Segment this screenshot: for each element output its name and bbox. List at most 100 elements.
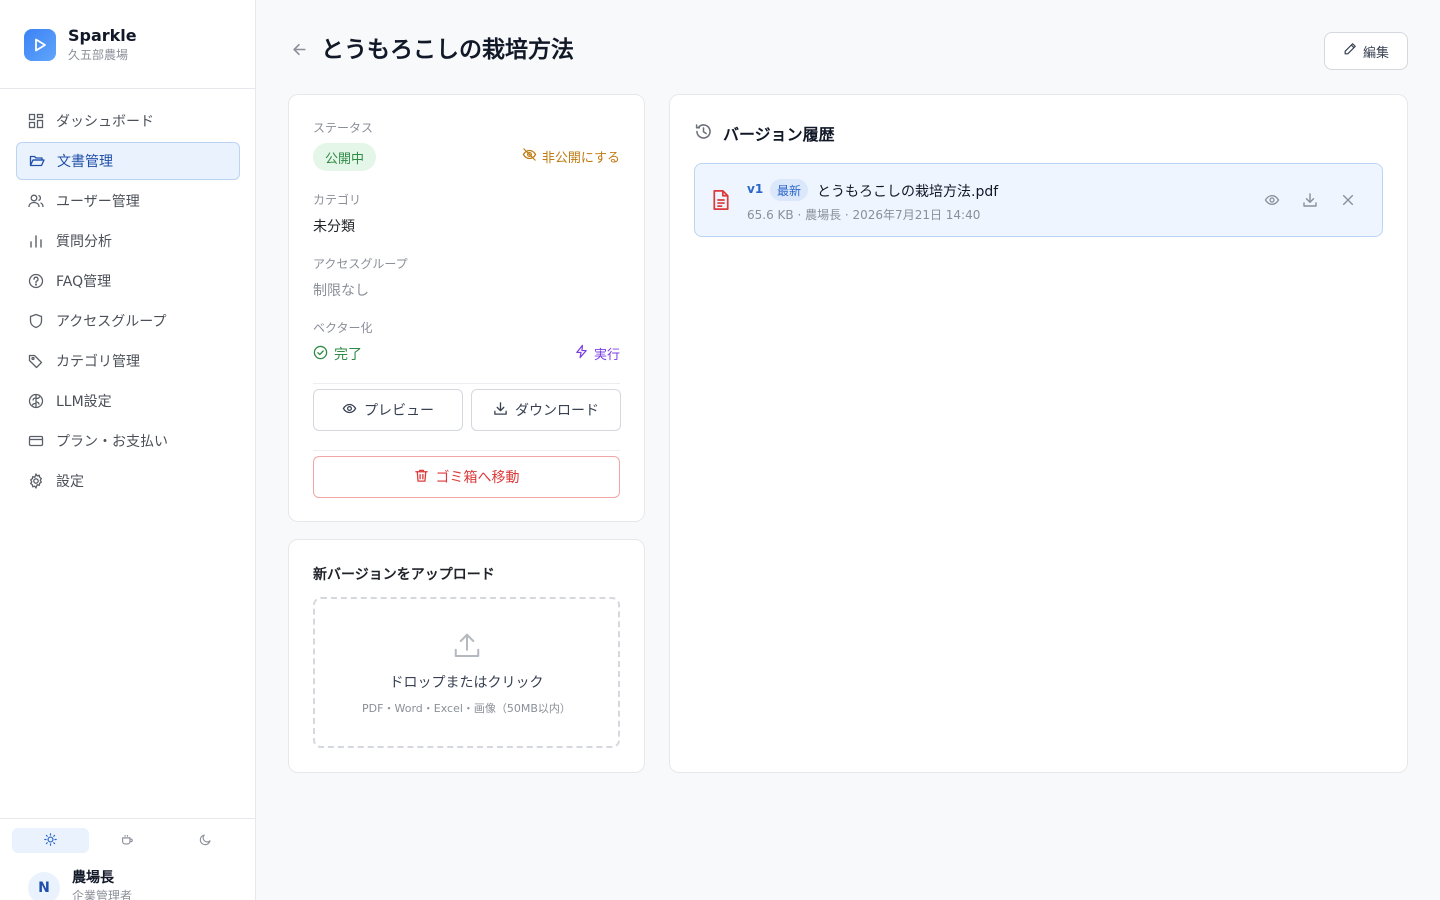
- sidebar-item-faq[interactable]: FAQ管理: [16, 262, 240, 300]
- dashboard-icon: [27, 112, 45, 130]
- warm-theme-button[interactable]: [89, 828, 166, 853]
- category-value: 未分類: [313, 219, 355, 235]
- sidebar-item-llm-settings[interactable]: LLM設定: [16, 382, 240, 420]
- sidebar-item-label: LLM設定: [56, 394, 112, 410]
- sidebar: Sparkle 久五部農場 ダッシュボード 文書管理 ユーザー管理 質問分析 F…: [0, 0, 256, 900]
- sidebar-item-label: ユーザー管理: [56, 194, 140, 210]
- dropzone-text: ドロップまたはクリック: [389, 675, 544, 691]
- divider: [0, 818, 255, 819]
- divider: [0, 88, 255, 89]
- light-theme-button[interactable]: [12, 828, 90, 853]
- dropzone-hint: PDF・Word・Excel・画像（50MB以内）: [362, 702, 571, 715]
- pdf-file-icon: [711, 189, 731, 215]
- sidebar-item-categories[interactable]: カテゴリ管理: [16, 342, 240, 380]
- theme-switcher: [12, 828, 244, 853]
- folder-icon: [28, 152, 46, 170]
- sidebar-item-analytics[interactable]: 質問分析: [16, 222, 240, 260]
- coffee-icon: [121, 831, 134, 850]
- divider: [313, 450, 620, 451]
- lightning-icon: [574, 344, 594, 363]
- status-badge: 公開中: [313, 143, 377, 171]
- sidebar-nav: ダッシュボード 文書管理 ユーザー管理 質問分析 FAQ管理 アクセスグループ …: [16, 102, 240, 502]
- eye-off-icon: [522, 147, 542, 166]
- sidebar-item-label: 質問分析: [56, 234, 112, 250]
- category-label: カテゴリ: [313, 193, 362, 207]
- upload-title: 新バージョンをアップロード: [313, 567, 495, 583]
- dark-theme-button[interactable]: [167, 828, 244, 853]
- shield-icon: [27, 312, 45, 330]
- brand[interactable]: Sparkle 久五部農場: [24, 27, 137, 63]
- brand-name: Sparkle: [68, 26, 137, 45]
- avatar: N: [28, 872, 60, 900]
- sidebar-item-settings[interactable]: 設定: [16, 462, 240, 500]
- sidebar-item-documents[interactable]: 文書管理: [16, 142, 240, 180]
- sidebar-item-access-groups[interactable]: アクセスグループ: [16, 302, 240, 340]
- unpublish-label: 非公開にする: [541, 151, 620, 166]
- arrow-left-icon: [291, 41, 308, 62]
- latest-badge: 最新: [770, 179, 809, 201]
- download-icon[interactable]: [1300, 190, 1320, 210]
- user-role: 企業管理者: [72, 889, 133, 900]
- sidebar-item-label: 設定: [56, 474, 84, 490]
- gear-icon: [27, 472, 45, 490]
- sidebar-item-users[interactable]: ユーザー管理: [16, 182, 240, 220]
- eye-icon[interactable]: [1262, 190, 1282, 210]
- vectorization-status: 完了: [313, 344, 362, 364]
- user-name: 農場長: [72, 870, 114, 886]
- document-info-card: ステータス 公開中 非公開にする カテゴリ 未分類 アクセスグループ 制限なし …: [288, 94, 645, 522]
- history-title: バージョン履歴: [723, 125, 835, 144]
- brand-org: 久五部農場: [68, 48, 129, 62]
- access-group-value: 制限なし: [313, 283, 369, 299]
- download-label: ダウンロード: [515, 403, 599, 419]
- moon-icon: [199, 831, 212, 850]
- version-file-name: とうもろこしの栽培方法.pdf: [817, 184, 999, 200]
- version-meta: 65.6 KB · 農場長 · 2026年7月21日 14:40: [747, 208, 981, 222]
- download-button[interactable]: ダウンロード: [471, 389, 621, 431]
- run-vectorization-link[interactable]: 実行: [574, 344, 620, 363]
- users-icon: [27, 192, 45, 210]
- credit-card-icon: [27, 432, 45, 450]
- back-button[interactable]: [288, 40, 310, 62]
- close-icon[interactable]: [1338, 190, 1358, 210]
- sidebar-item-label: カテゴリ管理: [56, 354, 140, 370]
- sun-icon: [44, 831, 57, 850]
- eye-icon: [342, 401, 364, 420]
- access-group-label: アクセスグループ: [313, 257, 408, 271]
- sidebar-item-label: プラン・お支払い: [56, 434, 168, 450]
- preview-button[interactable]: プレビュー: [313, 389, 463, 431]
- history-icon: [694, 122, 713, 145]
- sidebar-item-dashboard[interactable]: ダッシュボード: [16, 102, 240, 140]
- move-to-trash-button[interactable]: ゴミ箱へ移動: [313, 456, 620, 498]
- divider: [313, 383, 620, 384]
- page-title: とうもろこしの栽培方法: [321, 37, 574, 63]
- unpublish-link[interactable]: 非公開にする: [522, 147, 620, 166]
- check-circle-icon: [313, 345, 334, 364]
- version-history-card: バージョン履歴 v1 最新 とうもろこしの栽培方法.pdf 65.6 KB · …: [669, 94, 1408, 773]
- file-dropzone[interactable]: ドロップまたはクリック PDF・Word・Excel・画像（50MB以内）: [313, 597, 620, 748]
- sidebar-item-label: アクセスグループ: [56, 314, 167, 330]
- brain-icon: [27, 392, 45, 410]
- upload-card: 新バージョンをアップロード ドロップまたはクリック PDF・Word・Excel…: [288, 539, 645, 773]
- tag-icon: [27, 352, 45, 370]
- sidebar-item-label: ダッシュボード: [56, 114, 154, 130]
- vectorization-label: ベクター化: [313, 321, 373, 335]
- sidebar-item-label: FAQ管理: [56, 274, 112, 290]
- edit-button[interactable]: 編集: [1324, 32, 1408, 70]
- preview-label: プレビュー: [364, 403, 434, 419]
- upload-icon: [452, 631, 482, 665]
- download-icon: [493, 401, 515, 420]
- play-logo-icon: [24, 29, 56, 61]
- edit-label: 編集: [1362, 45, 1389, 61]
- run-label: 実行: [593, 348, 620, 363]
- sidebar-item-billing[interactable]: プラン・お支払い: [16, 422, 240, 460]
- help-circle-icon: [27, 272, 45, 290]
- version-row[interactable]: v1 最新 とうもろこしの栽培方法.pdf 65.6 KB · 農場長 · 20…: [694, 163, 1383, 237]
- pencil-icon: [1343, 42, 1363, 60]
- version-tag: v1: [747, 182, 764, 196]
- vectorization-value: 完了: [334, 347, 362, 363]
- user-profile[interactable]: N 農場長 企業管理者: [28, 868, 132, 900]
- bar-chart-icon: [27, 232, 45, 250]
- trash-label: ゴミ箱へ移動: [435, 470, 520, 486]
- status-label: ステータス: [313, 121, 374, 135]
- trash-icon: [414, 468, 436, 487]
